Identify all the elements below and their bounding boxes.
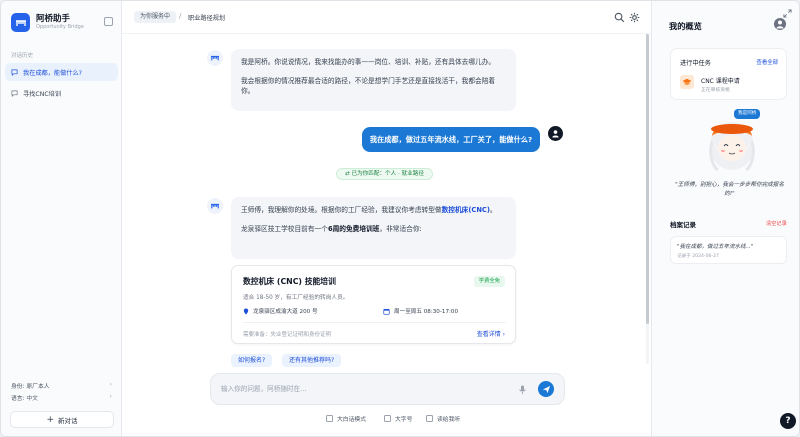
help-button[interactable]: ? xyxy=(780,413,796,429)
language-setting[interactable]: 语言: 中文 › xyxy=(1,391,122,403)
quick-reply-how-to-enroll[interactable]: 如何报名? xyxy=(231,354,273,367)
brand: 阿桥助手 Opportunity Bridge xyxy=(11,13,84,32)
clear-records-button[interactable]: 清空记录 xyxy=(766,220,787,227)
record-date: 记录于 2024-06-27 xyxy=(677,254,719,259)
quick-reply-more-recommendations[interactable]: 还有其他推荐吗? xyxy=(282,354,342,367)
assistant-message: 我是阿桥。你说说情况，我来找能办的事——岗位、培训、补贴，还有具体去哪儿办。 我… xyxy=(231,49,516,111)
view-details-link[interactable]: 查看详情 › xyxy=(477,329,505,338)
cnc-highlight: 数控机床(CNC) xyxy=(441,206,490,214)
free-course-highlight: 6周的免费培训班 xyxy=(327,224,380,233)
chat-bubble-icon xyxy=(11,90,18,97)
identity-label: 身份: 原厂本人 xyxy=(11,383,50,390)
app-window: 阿桥助手 Opportunity Bridge 对话历史 我在成都，能做什么? … xyxy=(0,0,800,437)
active-task-card[interactable]: 进行中任务 查看全部 CNC 课程申请 正在审核资格 xyxy=(670,48,787,100)
question-mark-icon: ? xyxy=(785,416,791,426)
plus-icon: + xyxy=(46,414,55,425)
search-icon[interactable] xyxy=(614,12,625,23)
record-text: "我在成都，做过五年流水线..." xyxy=(677,244,754,250)
course-requirements: 需要准备：失业登记证明和身份证明 xyxy=(243,332,332,338)
free-tuition-badge: 学费全免 xyxy=(473,276,505,287)
send-button[interactable] xyxy=(538,381,554,397)
message-text: 我会根据你的情况推荐最合适的路径，不论是想学门手艺还是直接找活干，我都会陪着你。 xyxy=(241,76,496,96)
large-font-toggle[interactable]: 大字号 xyxy=(384,414,412,423)
message-text: 王师傅，我理解你的处境。根据你的工厂经验，我建议你考虑转型做数控机床(CNC)。 xyxy=(241,206,497,214)
calendar-icon xyxy=(383,308,390,315)
conversation-label: 我在成都，能做什么? xyxy=(23,69,82,77)
view-all-link[interactable]: 查看全部 xyxy=(756,58,778,66)
message-text: 龙泉驿区技工学校目前有一个6周的免费培训班，非常适合你: xyxy=(241,224,422,233)
plain-language-toggle[interactable]: 大白话模式 xyxy=(326,414,366,423)
new-chat-button[interactable]: + 新对话 xyxy=(10,411,114,428)
chat-bubble-icon xyxy=(11,69,18,76)
record-item[interactable]: "我在成都，做过五年流水线..." 记录于 2024-06-27 xyxy=(670,236,787,264)
course-description: 适合 18-50 岁，有工厂经验的转岗人员。 xyxy=(243,295,349,301)
overview-panel: 我的概览 进行中任务 查看全部 CNC 课程申请 正在审核资格 我是阿桥 "王师… xyxy=(651,1,799,436)
message-text: 我是阿桥。你说说情况，我来找能办的事——岗位、培训、补贴，还有具体去哪儿办。 xyxy=(241,58,496,66)
match-status-pill: ⇄ 已为你匹配：个人 · 就业路径 xyxy=(336,168,433,180)
graduation-cap-icon xyxy=(680,75,694,89)
breadcrumb-current: 职业路径规划 xyxy=(188,15,226,22)
composer xyxy=(210,373,565,405)
checkbox[interactable] xyxy=(426,415,433,422)
microphone-icon[interactable] xyxy=(519,385,526,395)
task-status: 正在审核资格 xyxy=(701,88,730,93)
task-heading: 进行中任务 xyxy=(680,60,711,67)
user-message: 我在成都，做过五年流水线，工厂关了，能做什么? xyxy=(362,127,540,152)
assistant-avatar xyxy=(207,198,223,214)
language-label: 语言: 中文 xyxy=(11,395,38,402)
brand-subtitle: Opportunity Bridge xyxy=(36,24,84,30)
read-aloud-toggle[interactable]: 读给我听 xyxy=(426,414,460,423)
chat-main: 为你服务中 / 职业路径规划 我是阿桥。你说说情况，我来找能办的事——岗位、培训… xyxy=(122,1,651,436)
mascot-illustration xyxy=(709,122,755,172)
bridge-logo-icon xyxy=(11,13,30,32)
assistant-message: 王师傅，我理解你的处境。根据你的工厂经验，我建议你考虑转型做数控机床(CNC)。… xyxy=(231,197,516,259)
course-location: 龙泉驿区成渝大道 200 号 xyxy=(243,307,318,315)
checkbox[interactable] xyxy=(326,415,333,422)
panel-title: 我的概览 xyxy=(669,21,702,31)
send-icon xyxy=(542,385,550,393)
conversation-item[interactable]: 寻找CNC培训 xyxy=(5,84,118,102)
person-icon xyxy=(552,130,559,138)
chevron-right-icon: › xyxy=(109,394,112,400)
gear-icon[interactable] xyxy=(629,12,640,23)
checkbox[interactable] xyxy=(384,415,391,422)
topbar: 为你服务中 / 职业路径规划 xyxy=(122,1,651,34)
new-chat-label: 新对话 xyxy=(58,416,78,425)
mascot-quote: "王师傅，别担心，我会一步步帮你完成报名的!" xyxy=(675,182,784,197)
message-input[interactable] xyxy=(221,382,501,396)
assistant-avatar xyxy=(207,50,223,66)
location-pin-icon xyxy=(243,307,249,315)
bridge-logo-icon xyxy=(211,55,219,61)
conversation-label: 寻找CNC培训 xyxy=(23,90,62,98)
chevron-right-icon: › xyxy=(109,382,112,388)
scrollbar-thumb[interactable] xyxy=(646,34,649,324)
course-schedule: 周一至周五 08:30-17:00 xyxy=(383,307,458,315)
records-heading: 档案记录 xyxy=(670,221,696,229)
course-title: 数控机床 (CNC) 技能培训 xyxy=(243,277,336,286)
sidebar-toggle-icon[interactable] xyxy=(104,17,113,26)
identity-setting[interactable]: 身份: 原厂本人 › xyxy=(1,379,122,391)
brand-name: 阿桥助手 xyxy=(36,14,71,24)
course-card[interactable]: 数控机床 (CNC) 技能培训 学费全免 适合 18-50 岁，有工厂经验的转岗… xyxy=(231,265,516,344)
bridge-logo-icon xyxy=(211,203,219,209)
history-section-label: 对话历史 xyxy=(11,53,34,59)
match-text: 已为你匹配：个人 · 就业路径 xyxy=(351,171,424,177)
divider xyxy=(243,322,506,323)
sidebar: 阿桥助手 Opportunity Bridge 对话历史 我在成都，能做什么? … xyxy=(1,1,122,436)
breadcrumb-separator: / xyxy=(179,12,182,20)
conversation-item-active[interactable]: 我在成都，能做什么? xyxy=(5,63,118,81)
breadcrumb-tag[interactable]: 为你服务中 xyxy=(134,11,177,23)
mascot-name-badge: 我是阿桥 xyxy=(734,109,761,119)
expand-icon[interactable] xyxy=(781,7,794,20)
user-avatar xyxy=(548,126,563,141)
task-name: CNC 课程申请 xyxy=(701,78,740,85)
